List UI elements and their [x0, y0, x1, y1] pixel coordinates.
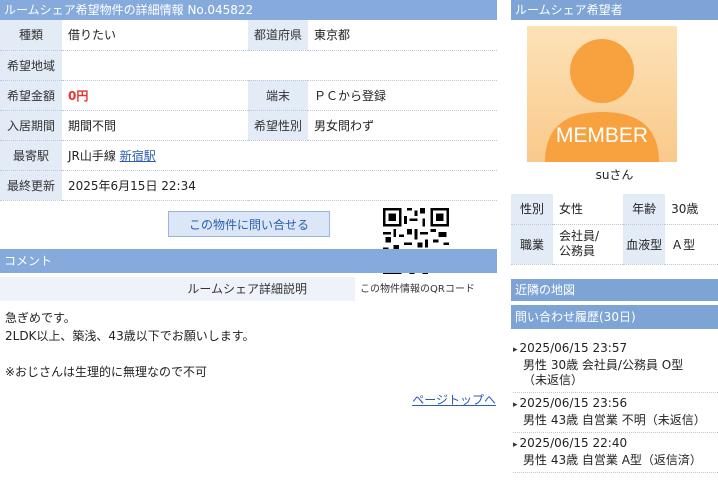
area-value	[62, 50, 497, 81]
list-item: 2025/06/15 23:57 男性 30歳 会社員/公務員 O型 （未返信）	[513, 338, 718, 393]
list-item: 2025/06/15 22:40 男性 43歳 自営業 A型（返信済）	[513, 433, 718, 473]
history-desc: （未返信）	[523, 373, 584, 387]
price-label: 希望金額	[0, 80, 62, 111]
history-date: 2025/06/15 23:57	[513, 341, 718, 358]
updated-label: 最終更新	[0, 170, 62, 201]
area-label: 希望地域	[0, 50, 62, 81]
avatar-text: MEMBER	[555, 124, 649, 147]
period-label: 入居期間	[0, 110, 62, 141]
blood-label: 血液型	[623, 224, 666, 265]
table-row: 種類 借りたい 都道府県 東京都	[0, 20, 497, 51]
comment-body: 急ぎめです。 2LDK以上、築浅、43歳以下でお願いします。 ※おじさんは生理的…	[5, 309, 485, 381]
age-label: 年齢	[623, 194, 666, 225]
table-row: 最終更新 2025年6月15日 22:34	[0, 170, 497, 201]
device-value: ＰＣから登録	[308, 80, 497, 111]
table-row: 最寄駅 JR山手線 新宿駅	[0, 140, 497, 171]
gender-label: 希望性別	[248, 110, 308, 141]
table-row: 希望地域	[0, 50, 497, 81]
updated-value: 2025年6月15日 22:34	[62, 170, 497, 201]
comment-line	[5, 345, 485, 363]
period-value: 期間不問	[62, 110, 248, 141]
station-value: JR山手線 新宿駅	[62, 140, 497, 171]
history-header: 問い合わせ履歴(30日)	[511, 305, 718, 329]
table-row: 入居期間 期間不問 希望性別 男女問わず	[0, 110, 497, 141]
age-value: 30歳	[665, 194, 718, 225]
qr-caption: この物件情報のQRコード	[360, 284, 475, 295]
comment-line: ※おじさんは生理的に無理なので不可	[5, 365, 208, 379]
job-value-line: 会社員/	[559, 229, 600, 243]
history-desc: 男性 43歳 自営業 不明（未返信）	[523, 413, 706, 427]
table-row: 職業 会社員/ 公務員 血液型 Ａ型	[511, 224, 718, 265]
table-row: 希望金額 0円 端末 ＰＣから登録	[0, 80, 497, 111]
type-label: 種類	[0, 20, 62, 51]
sex-label: 性別	[511, 194, 553, 225]
inquiry-history-list: 2025/06/15 23:57 男性 30歳 会社員/公務員 O型 （未返信）…	[513, 338, 718, 473]
history-desc: 男性 30歳 会社員/公務員 O型	[523, 358, 684, 372]
job-value-line: 公務員	[559, 244, 596, 258]
blood-value: Ａ型	[665, 224, 718, 265]
avatar: MEMBER	[527, 26, 677, 162]
history-date: 2025/06/15 22:40	[513, 436, 718, 453]
station-link[interactable]: 新宿駅	[120, 149, 156, 163]
history-date: 2025/06/15 23:56	[513, 396, 718, 413]
job-label: 職業	[511, 224, 553, 265]
username: suさん	[595, 168, 634, 182]
price-value: 0円	[62, 80, 248, 111]
property-details-table: 種類 借りたい 都道府県 東京都 希望地域 希望金額 0円 端末 ＰＣから登録 …	[0, 20, 497, 201]
station-line: JR山手線	[68, 148, 116, 163]
sidebar-title: ルームシェア希望者	[511, 0, 718, 20]
job-value: 会社員/ 公務員	[553, 224, 624, 265]
profile-table: 性別 女性 年齢 30歳 職業 会社員/ 公務員 血液型 Ａ型	[511, 194, 718, 265]
contact-button[interactable]: この物件に問い合せる	[168, 211, 330, 237]
station-label: 最寄駅	[0, 140, 62, 171]
map-header[interactable]: 近隣の地図	[511, 279, 718, 301]
page-top-link[interactable]: ページトップへ	[412, 391, 496, 408]
page-title: ルームシェア希望物件の詳細情報 No.045822	[0, 0, 497, 20]
table-row: 性別 女性 年齢 30歳	[511, 194, 718, 225]
comment-line: 急ぎめです。	[5, 311, 76, 325]
gender-value: 男女問わず	[308, 110, 497, 141]
comment-line: 2LDK以上、築浅、43歳以下でお願いします。	[5, 329, 255, 343]
comment-header: コメント	[0, 249, 497, 273]
list-item: 2025/06/15 23:56 男性 43歳 自営業 不明（未返信）	[513, 393, 718, 433]
history-desc: 男性 43歳 自営業 A型（返信済）	[523, 453, 702, 467]
device-label: 端末	[248, 80, 308, 111]
comment-subheader: ルームシェア詳細説明	[0, 277, 355, 301]
prefecture-value: 東京都	[308, 20, 497, 51]
sex-value: 女性	[553, 194, 624, 225]
prefecture-label: 都道府県	[248, 20, 308, 51]
type-value: 借りたい	[62, 20, 248, 51]
